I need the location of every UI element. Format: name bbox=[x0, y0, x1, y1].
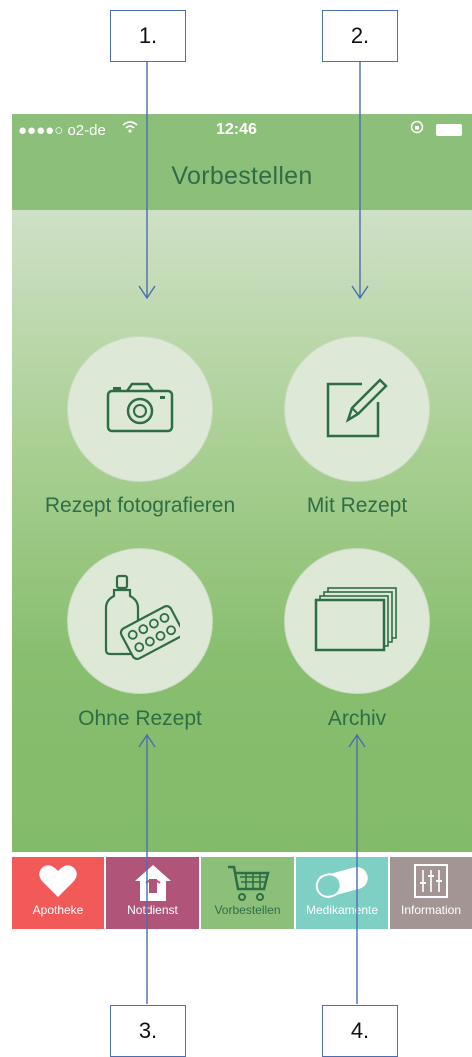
pharmacy-house-icon bbox=[106, 863, 199, 903]
tab-label-apotheke: Apotheke bbox=[32, 903, 84, 917]
tab-medikamente[interactable]: Medikamente bbox=[296, 857, 390, 929]
carrier-text: ●●●●○ o2-de bbox=[18, 122, 106, 139]
tab-vorbestellen[interactable]: Vorbestellen bbox=[201, 857, 296, 929]
heart-icon bbox=[12, 863, 104, 899]
stacked-cards-icon bbox=[314, 586, 400, 657]
photo-prescription-button[interactable] bbox=[67, 336, 213, 482]
tab-notdienst[interactable]: Notdienst bbox=[106, 857, 201, 929]
clock-text: 12:46 bbox=[216, 121, 257, 138]
archive-button[interactable] bbox=[284, 548, 430, 694]
tab-label-notdienst: Notdienst bbox=[127, 903, 178, 917]
pencil-edit-icon bbox=[322, 372, 392, 447]
callout-1: 1. bbox=[110, 10, 186, 62]
tab-information[interactable]: Information bbox=[390, 857, 472, 929]
with-prescription-label[interactable]: Mit Rezept bbox=[242, 494, 472, 518]
callout-2: 2. bbox=[322, 10, 398, 62]
archive-label[interactable]: Archiv bbox=[242, 707, 472, 731]
sliders-icon bbox=[390, 863, 472, 899]
page-title: Vorbestellen bbox=[171, 162, 313, 190]
order-options-area: Rezept fotografieren Mit Rezept Ohne Rez… bbox=[12, 210, 472, 852]
medicine-bottle-pills-icon bbox=[100, 574, 184, 669]
photo-prescription-label[interactable]: Rezept fotografieren bbox=[25, 494, 255, 518]
callout-4: 4. bbox=[322, 1005, 398, 1057]
tab-bar: Apotheke Notdienst Vorbestellen Medikame… bbox=[12, 857, 472, 929]
rotation-lock-icon bbox=[410, 120, 424, 137]
tab-apotheke[interactable]: Apotheke bbox=[12, 857, 106, 929]
with-prescription-button[interactable] bbox=[284, 336, 430, 482]
shopping-cart-icon bbox=[201, 863, 294, 903]
capsule-icon bbox=[296, 863, 388, 899]
nav-bar: Vorbestellen bbox=[12, 148, 472, 210]
without-prescription-label[interactable]: Ohne Rezept bbox=[25, 707, 255, 731]
callout-3: 3. bbox=[110, 1005, 186, 1057]
without-prescription-button[interactable] bbox=[67, 548, 213, 694]
tab-label-medikamente: Medikamente bbox=[305, 903, 379, 917]
battery-icon bbox=[436, 124, 462, 136]
tab-label-information: Information bbox=[400, 903, 462, 917]
phone-screen: ●●●●○ o2-de 12:46 Vorbestellen Rezept fo… bbox=[12, 114, 472, 930]
tab-label-vorbestellen: Vorbestellen bbox=[214, 903, 281, 917]
status-bar: ●●●●○ o2-de 12:46 bbox=[12, 114, 472, 148]
camera-icon bbox=[105, 381, 175, 438]
wifi-icon bbox=[122, 120, 138, 137]
